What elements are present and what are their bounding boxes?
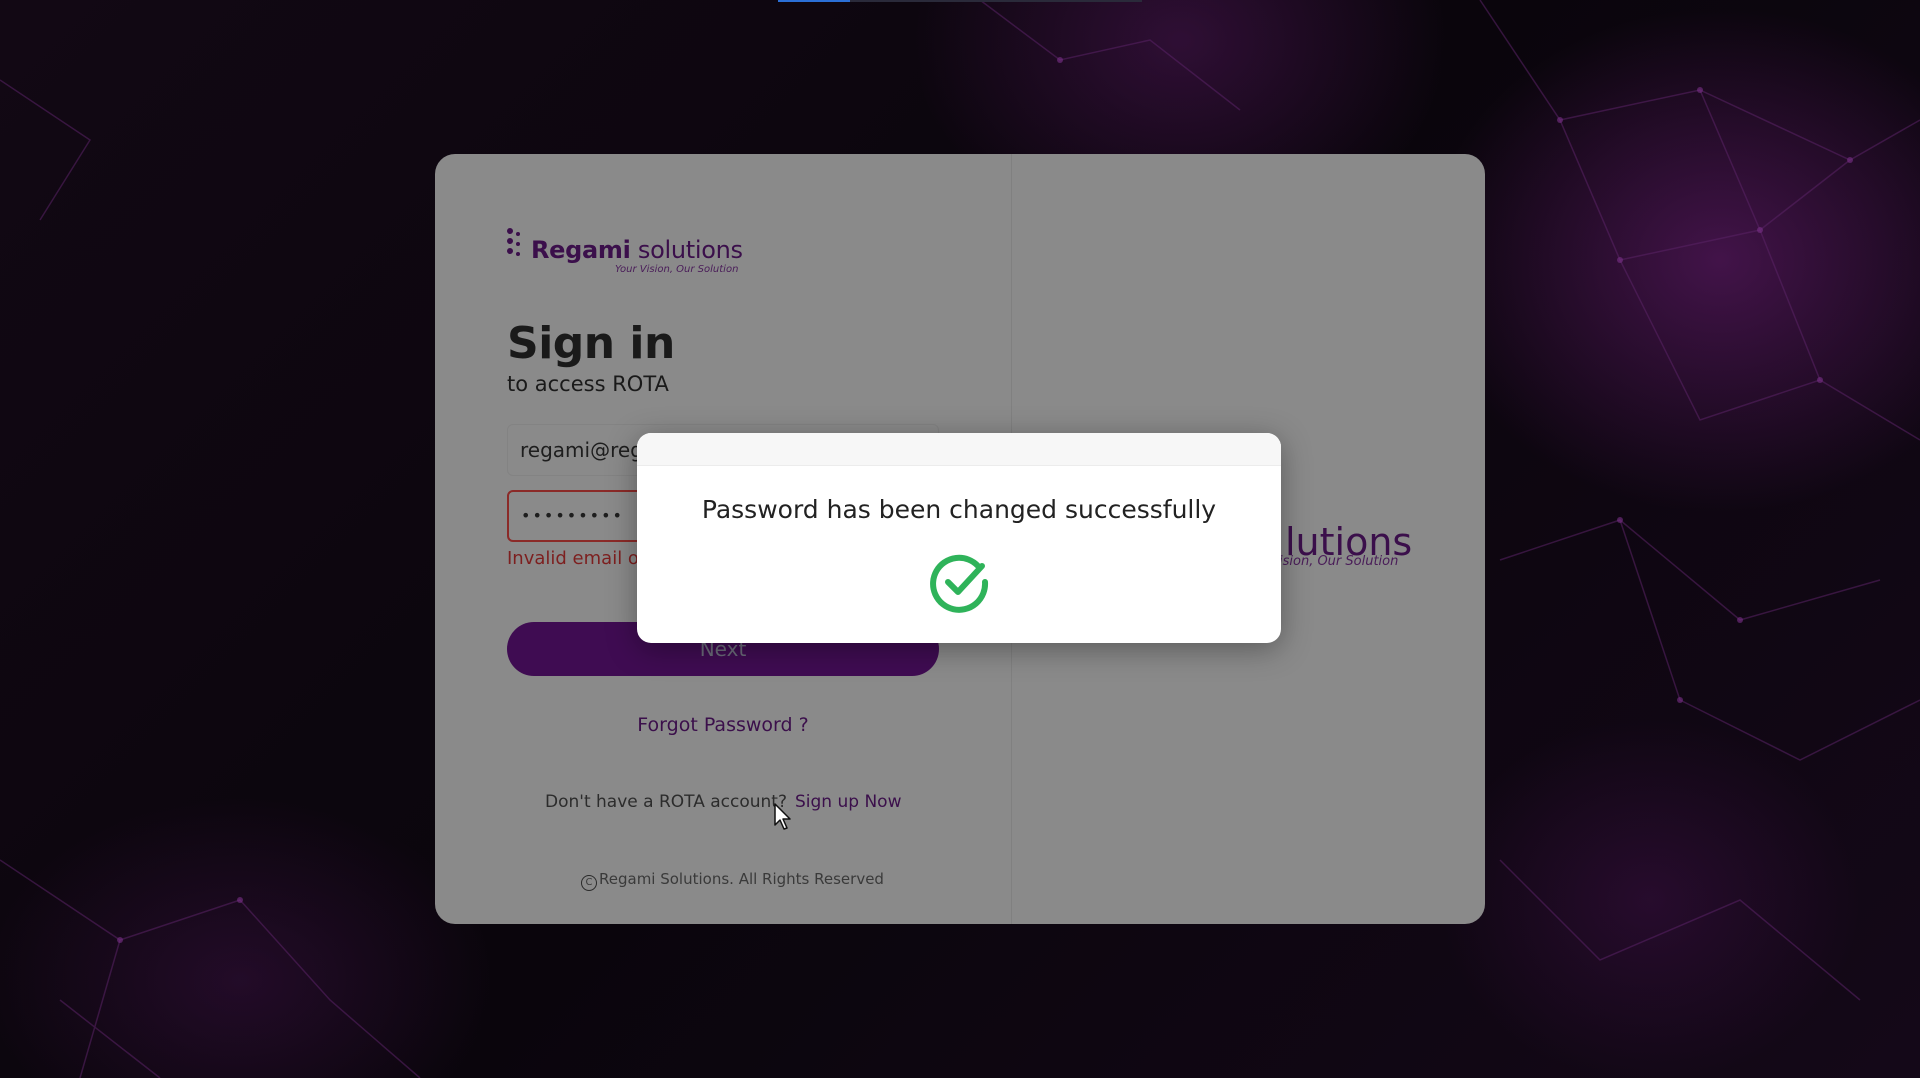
copyright-icon: C — [581, 875, 597, 891]
copyright-text: C Regami Solutions. All Rights Reserved — [581, 870, 884, 891]
mouse-cursor-icon — [774, 803, 791, 830]
error-message: Invalid email o — [507, 548, 639, 569]
sign-up-link[interactable]: Sign up Now — [795, 792, 901, 812]
logo-tagline: Your Vision, Our Solution — [615, 264, 739, 275]
forgot-password-link[interactable]: Forgot Password ? — [507, 714, 939, 736]
page-subtitle: to access ROTA — [507, 372, 669, 396]
page-title: Sign in — [507, 318, 675, 369]
logo-dots-icon — [507, 228, 527, 262]
top-progress-line — [778, 0, 1142, 2]
check-circle-icon — [930, 554, 989, 613]
dialog-header — [637, 433, 1281, 466]
success-message: Password has been changed successfully — [701, 495, 1217, 524]
no-account-text: Don't have a ROTA account? — [545, 792, 787, 812]
brand-banner-tagline: ision, Our Solution — [1279, 554, 1399, 569]
success-dialog: Password has been changed successfully — [637, 433, 1281, 643]
logo-wordmark: Regami solutions — [531, 236, 743, 264]
